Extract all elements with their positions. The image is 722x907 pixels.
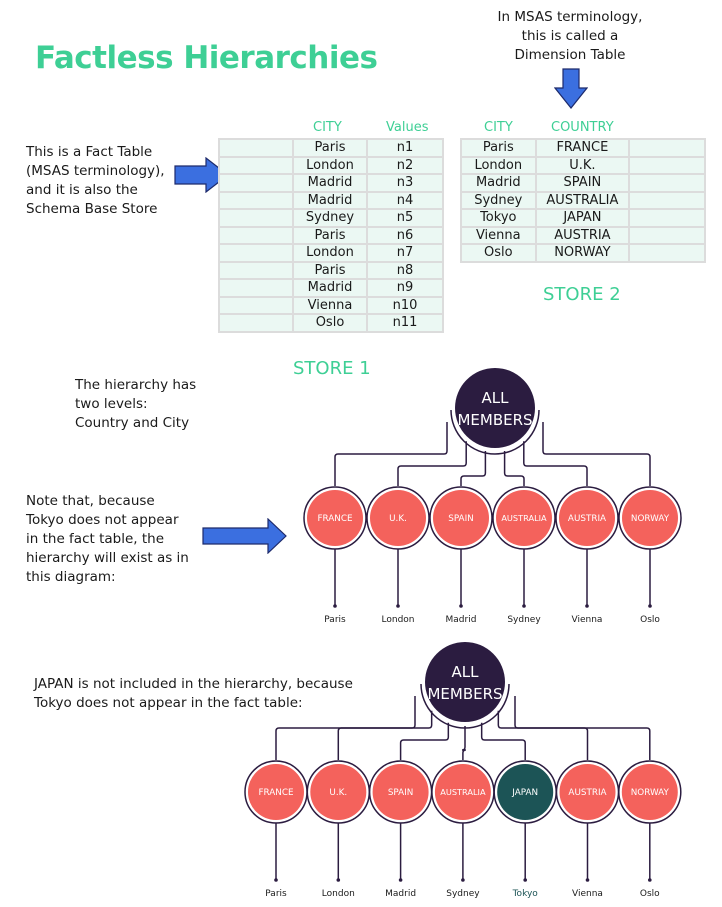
country-node-label: AUSTRIA bbox=[568, 788, 606, 798]
country-node-label: SPAIN bbox=[388, 788, 414, 798]
country-node-label: JAPAN bbox=[511, 788, 538, 798]
city-label: Paris bbox=[265, 889, 287, 899]
city-dot bbox=[336, 878, 341, 882]
city-dot bbox=[523, 878, 527, 882]
root-node-label: ALL bbox=[452, 663, 480, 681]
country-node-label: U.K. bbox=[329, 788, 347, 798]
country-node-label: AUSTRALIA bbox=[440, 787, 486, 797]
root-node-label: MEMBERS bbox=[427, 685, 502, 703]
city-label: Sydney bbox=[446, 889, 480, 899]
city-label: Vienna bbox=[572, 889, 603, 899]
connector-line bbox=[337, 710, 433, 760]
city-label: Madrid bbox=[385, 889, 416, 899]
city-label: Tokyo bbox=[512, 889, 539, 899]
city-label: London bbox=[322, 889, 355, 899]
city-dot bbox=[648, 878, 652, 882]
country-node-label: FRANCE bbox=[258, 788, 293, 798]
connector-line bbox=[497, 710, 589, 760]
connector-line bbox=[514, 696, 651, 760]
country-node-label: NORWAY bbox=[631, 788, 670, 798]
city-dot bbox=[398, 878, 403, 882]
city-dot bbox=[274, 878, 278, 882]
city-dot bbox=[461, 878, 465, 882]
city-dot bbox=[585, 878, 590, 882]
hierarchy-diagram-2: ALL MEMBERS FRANCE Paris U.K. London SPAIN Madr… bbox=[244, 642, 682, 899]
city-label: Oslo bbox=[640, 889, 660, 899]
root-node bbox=[425, 642, 505, 722]
connector-line bbox=[461, 726, 466, 760]
